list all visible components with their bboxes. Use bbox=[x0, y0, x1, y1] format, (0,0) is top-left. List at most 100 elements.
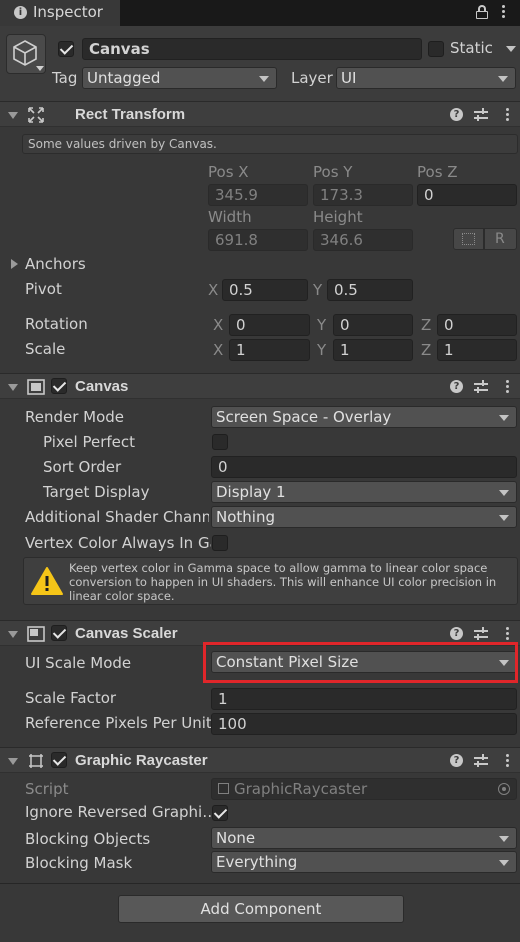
cube-icon bbox=[13, 40, 37, 66]
ignore-reversed-label: Ignore Reversed Graphi… bbox=[25, 803, 218, 821]
render-mode-label: Render Mode bbox=[25, 408, 125, 426]
canvas-enabled-checkbox[interactable] bbox=[51, 378, 67, 394]
height-label: Height bbox=[313, 208, 363, 226]
width-field: 691.8 bbox=[208, 229, 308, 251]
help-icon[interactable]: ? bbox=[450, 380, 463, 393]
active-checkbox[interactable] bbox=[58, 41, 74, 57]
component-menu-icon[interactable] bbox=[506, 108, 510, 122]
divider bbox=[0, 883, 520, 884]
pivot-x-axis: X bbox=[208, 281, 219, 299]
static-checkbox[interactable] bbox=[428, 41, 444, 57]
rotation-label: Rotation bbox=[25, 315, 88, 333]
rotation-y-field[interactable]: 0 bbox=[333, 314, 413, 336]
scale-y-field[interactable]: 1 bbox=[333, 339, 413, 361]
shader-channels-dropdown[interactable]: Nothing bbox=[211, 506, 517, 528]
anchors-label[interactable]: Anchors bbox=[25, 254, 86, 274]
sort-order-field[interactable]: 0 bbox=[211, 456, 517, 478]
blocking-objects-label: Blocking Objects bbox=[25, 830, 151, 848]
blocking-objects-value: None bbox=[216, 829, 256, 847]
scale-z-axis: Z bbox=[421, 341, 432, 359]
warning-box: Keep vertex color in Gamma space to allo… bbox=[23, 557, 518, 605]
canvas-header[interactable]: Canvas ? bbox=[0, 373, 520, 399]
chevron-down-icon bbox=[499, 490, 509, 496]
driven-note: Some values driven by Canvas. bbox=[22, 134, 518, 154]
rotation-x-field[interactable]: 0 bbox=[229, 314, 310, 336]
help-icon[interactable]: ? bbox=[450, 754, 463, 767]
pivot-x-field[interactable]: 0.5 bbox=[222, 279, 308, 301]
pos-x-label: Pos X bbox=[208, 163, 249, 181]
rotation-z-field[interactable]: 0 bbox=[437, 314, 517, 336]
rect-transform-icon bbox=[28, 107, 44, 123]
chevron-down-icon bbox=[498, 76, 508, 82]
foldout-arrow-icon[interactable] bbox=[8, 384, 18, 391]
render-mode-dropdown[interactable]: Screen Space - Overlay bbox=[211, 406, 517, 428]
blocking-mask-label: Blocking Mask bbox=[25, 854, 133, 872]
gameobject-name-input[interactable]: Canvas bbox=[82, 38, 422, 60]
object-picker-icon[interactable] bbox=[498, 783, 510, 795]
blocking-mask-value: Everything bbox=[216, 853, 298, 871]
rect-transform-title: Rect Transform bbox=[75, 106, 186, 123]
tab-inspector[interactable]: i Inspector bbox=[0, 0, 120, 26]
scale-x-field[interactable]: 1 bbox=[229, 339, 310, 361]
foldout-arrow-icon[interactable] bbox=[8, 112, 18, 119]
pos-z-field[interactable]: 0 bbox=[417, 184, 517, 206]
scale-factor-field[interactable]: 1 bbox=[211, 688, 517, 710]
sort-order-label: Sort Order bbox=[43, 458, 122, 476]
lock-icon[interactable] bbox=[476, 5, 488, 19]
rotation-x-axis: X bbox=[213, 316, 224, 334]
presets-icon[interactable] bbox=[474, 380, 488, 394]
scale-label: Scale bbox=[25, 340, 66, 358]
presets-icon[interactable] bbox=[474, 108, 488, 122]
component-menu-icon[interactable] bbox=[506, 627, 510, 641]
scale-z-field[interactable]: 1 bbox=[437, 339, 517, 361]
anchors-foldout-icon[interactable] bbox=[11, 259, 18, 269]
width-label: Width bbox=[208, 208, 252, 226]
target-display-dropdown[interactable]: Display 1 bbox=[211, 481, 517, 503]
pivot-y-field[interactable]: 0.5 bbox=[327, 279, 413, 301]
component-menu-icon[interactable] bbox=[506, 380, 510, 394]
raw-edit-label: R bbox=[495, 231, 505, 247]
presets-icon[interactable] bbox=[474, 627, 488, 641]
blocking-objects-dropdown[interactable]: None bbox=[211, 827, 517, 849]
script-label: Script bbox=[25, 780, 69, 798]
blueprint-mode-button[interactable] bbox=[453, 228, 484, 250]
tab-menu-icon[interactable] bbox=[502, 5, 506, 19]
graphic-raycaster-header[interactable]: Graphic Raycaster ? bbox=[0, 747, 520, 773]
layer-value: UI bbox=[341, 69, 357, 87]
shader-channels-value: Nothing bbox=[216, 508, 275, 526]
pixel-perfect-label: Pixel Perfect bbox=[43, 433, 136, 451]
chevron-down-icon bbox=[259, 76, 269, 82]
raw-edit-button[interactable]: R bbox=[484, 228, 517, 250]
rotation-y-axis: Y bbox=[317, 316, 327, 334]
pixel-perfect-checkbox[interactable] bbox=[212, 434, 228, 450]
vertex-color-label: Vertex Color Always In Ga bbox=[25, 534, 211, 552]
target-display-value: Display 1 bbox=[216, 483, 286, 501]
tag-dropdown[interactable]: Untagged bbox=[82, 67, 277, 89]
help-icon[interactable]: ? bbox=[450, 627, 463, 640]
raycaster-icon bbox=[29, 754, 43, 768]
static-dropdown-icon[interactable] bbox=[506, 46, 516, 52]
rect-transform-header[interactable]: Rect Transform ? bbox=[0, 101, 520, 127]
foldout-arrow-icon[interactable] bbox=[8, 758, 18, 765]
canvas-scaler-enabled-checkbox[interactable] bbox=[51, 625, 67, 641]
ref-ppu-field[interactable]: 100 bbox=[211, 713, 517, 735]
presets-icon[interactable] bbox=[474, 754, 488, 768]
gameobject-icon-button[interactable] bbox=[6, 34, 46, 74]
graphic-raycaster-enabled-checkbox[interactable] bbox=[51, 752, 67, 768]
blocking-mask-dropdown[interactable]: Everything bbox=[211, 851, 517, 873]
graphic-raycaster-title: Graphic Raycaster bbox=[75, 752, 208, 769]
chevron-down-icon bbox=[499, 415, 509, 421]
chevron-down-icon bbox=[499, 836, 509, 842]
vertex-color-checkbox[interactable] bbox=[212, 535, 228, 551]
help-icon[interactable]: ? bbox=[450, 108, 463, 121]
scale-factor-label: Scale Factor bbox=[25, 689, 117, 707]
add-component-label: Add Component bbox=[200, 900, 322, 918]
tab-title: Inspector bbox=[33, 3, 103, 21]
warning-icon bbox=[31, 567, 63, 595]
ignore-reversed-checkbox[interactable] bbox=[212, 805, 228, 821]
foldout-arrow-icon[interactable] bbox=[8, 631, 18, 638]
layer-dropdown[interactable]: UI bbox=[336, 67, 516, 89]
static-label: Static bbox=[450, 39, 493, 57]
component-menu-icon[interactable] bbox=[506, 754, 510, 768]
add-component-button[interactable]: Add Component bbox=[118, 895, 404, 923]
